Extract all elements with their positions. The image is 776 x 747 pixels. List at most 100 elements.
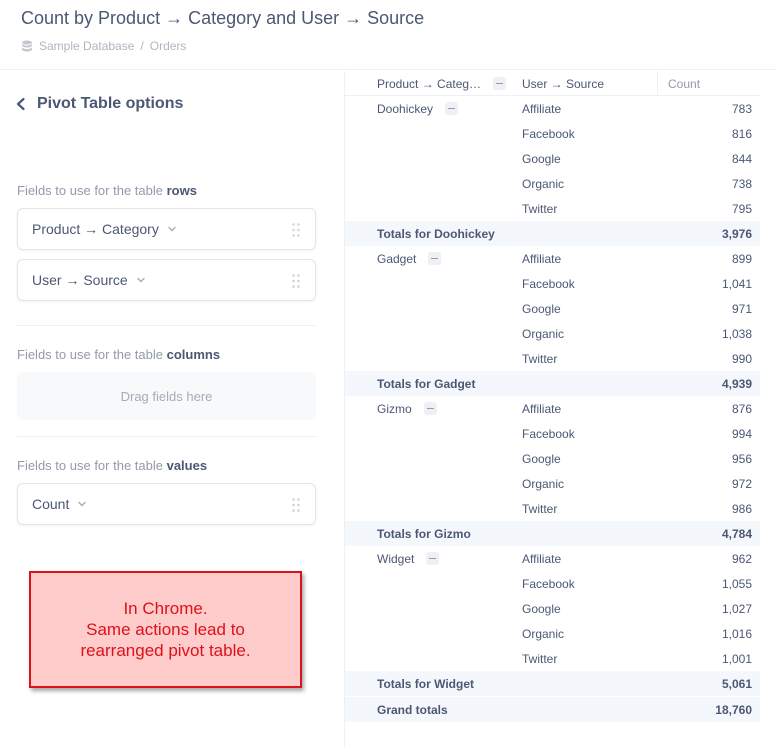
- count-cell: 783: [731, 101, 752, 116]
- back-button[interactable]: Pivot Table options: [14, 95, 183, 113]
- source-cell: Google: [522, 151, 561, 166]
- table-row: Widget Affiliate 962: [345, 546, 760, 571]
- count-cell: 1,016: [721, 626, 752, 641]
- source-cell: Twitter: [522, 651, 558, 666]
- value-field-count[interactable]: Count: [17, 483, 316, 525]
- count-cell: 1,041: [721, 276, 752, 291]
- columns-dropzone[interactable]: Drag fields here: [17, 372, 316, 420]
- columns-label-strong: columns: [166, 347, 221, 362]
- source-cell: Google: [522, 451, 561, 466]
- source-cell: Facebook: [522, 276, 575, 291]
- count-cell: 1,038: [721, 326, 752, 341]
- values-label-prefix: Fields to use for the table: [17, 458, 167, 473]
- source-cell: Organic: [522, 326, 565, 341]
- collapse-row-button[interactable]: [428, 252, 442, 265]
- source-cell: Organic: [522, 176, 565, 191]
- count-cell: 844: [731, 151, 752, 166]
- chevron-down-icon[interactable]: [136, 275, 146, 285]
- grand-total-label: Grand totals: [377, 702, 448, 717]
- count-cell: 986: [731, 501, 752, 516]
- columns-label-prefix: Fields to use for the table: [17, 347, 167, 362]
- collapse-row-button[interactable]: [426, 552, 440, 565]
- source-cell: Twitter: [522, 351, 558, 366]
- count-cell: 972: [731, 476, 752, 491]
- source-cell: Organic: [522, 476, 565, 491]
- subtotal-label: Totals for Gadget: [377, 376, 476, 391]
- drag-handle-icon[interactable]: [291, 497, 301, 513]
- collapse-row-button[interactable]: [423, 402, 437, 415]
- table-row: Facebook 1,055: [345, 571, 760, 596]
- note-line: Same actions lead to: [86, 620, 245, 639]
- subtotal-value: 4,784: [721, 526, 752, 541]
- row-field-user-source[interactable]: User → Source: [17, 259, 316, 301]
- source-cell: Google: [522, 601, 561, 616]
- count-cell: 1,055: [721, 576, 752, 591]
- table-row: Doohickey Affiliate 783: [345, 96, 760, 121]
- note-line: rearranged pivot table.: [80, 641, 251, 660]
- subtotal-label: Totals for Gizmo: [377, 526, 471, 541]
- question-title: Count by Product → Category and User → S…: [21, 8, 425, 28]
- source-cell: Facebook: [522, 426, 575, 441]
- table-row: Twitter 986: [345, 496, 760, 521]
- breadcrumb-separator: /: [140, 39, 144, 53]
- table-header: Product → Categ… User → Source Count: [345, 71, 760, 96]
- source-cell: Google: [522, 301, 561, 316]
- columns-section-label: Fields to use for the table columns: [17, 347, 220, 362]
- rows-label-strong: rows: [166, 183, 197, 198]
- breadcrumb: Sample Database / Orders: [21, 39, 186, 53]
- source-cell: Affiliate: [522, 101, 562, 116]
- table-row: Gadget Affiliate 899: [345, 246, 760, 271]
- row-field-product-category[interactable]: Product → Category: [17, 208, 316, 250]
- table-row: Facebook 1,041: [345, 271, 760, 296]
- count-cell: 876: [731, 401, 752, 416]
- row-category-cell: Gizmo: [377, 396, 437, 421]
- column-header-category[interactable]: Product → Categ…: [377, 71, 507, 96]
- count-cell: 1,001: [721, 651, 752, 666]
- subtotal-value: 3,976: [721, 226, 752, 241]
- column-header-source[interactable]: User → Source: [522, 71, 604, 96]
- count-cell: 956: [731, 451, 752, 466]
- subtotal-row: Totals for Gizmo 4,784: [345, 521, 760, 546]
- table-row: Google 971: [345, 296, 760, 321]
- row-category-cell: Doohickey: [377, 96, 459, 121]
- drag-handle-icon[interactable]: [291, 222, 301, 238]
- header-label: Product → Categ…: [377, 76, 482, 91]
- source-cell: Facebook: [522, 576, 575, 591]
- header-label: User → Source: [522, 76, 605, 91]
- section-divider: [17, 436, 316, 437]
- column-header-count[interactable]: Count: [657, 71, 760, 96]
- collapse-row-button[interactable]: [445, 102, 459, 115]
- subtotal-value: 4,939: [721, 376, 752, 391]
- field-label: User → Source: [32, 272, 128, 288]
- row-category-cell: Gadget: [377, 246, 442, 271]
- table-row: Google 844: [345, 146, 760, 171]
- note-line: In Chrome.: [123, 599, 208, 618]
- section-divider: [17, 325, 316, 326]
- table-row: Facebook 994: [345, 421, 760, 446]
- table-row: Organic 738: [345, 171, 760, 196]
- table-row: Organic 1,038: [345, 321, 760, 346]
- count-cell: 1,027: [721, 601, 752, 616]
- subtotal-row: Totals for Widget 5,061: [345, 671, 760, 696]
- rows-label-prefix: Fields to use for the table: [17, 183, 167, 198]
- breadcrumb-table[interactable]: Orders: [150, 39, 187, 53]
- annotation-note: In Chrome. Same actions lead to rearrang…: [29, 571, 302, 688]
- breadcrumb-database[interactable]: Sample Database: [39, 39, 134, 53]
- chevron-down-icon[interactable]: [167, 224, 177, 234]
- drag-handle-icon[interactable]: [291, 273, 301, 289]
- count-cell: 994: [731, 426, 752, 441]
- table-row: Facebook 816: [345, 121, 760, 146]
- category-label: Gadget: [377, 251, 417, 266]
- chevron-down-icon[interactable]: [77, 499, 87, 509]
- row-category-cell: Widget: [377, 546, 440, 571]
- table-row: Twitter 990: [345, 346, 760, 371]
- subtotal-row: Totals for Gadget 4,939: [345, 371, 760, 396]
- subtotal-value: 5,061: [721, 676, 752, 691]
- category-label: Gizmo: [377, 401, 412, 416]
- table-row: Google 956: [345, 446, 760, 471]
- count-cell: 738: [731, 176, 752, 191]
- database-icon: [22, 40, 32, 52]
- count-cell: 962: [731, 551, 752, 566]
- collapse-column-button[interactable]: [493, 77, 507, 90]
- table-row: Google 1,027: [345, 596, 760, 621]
